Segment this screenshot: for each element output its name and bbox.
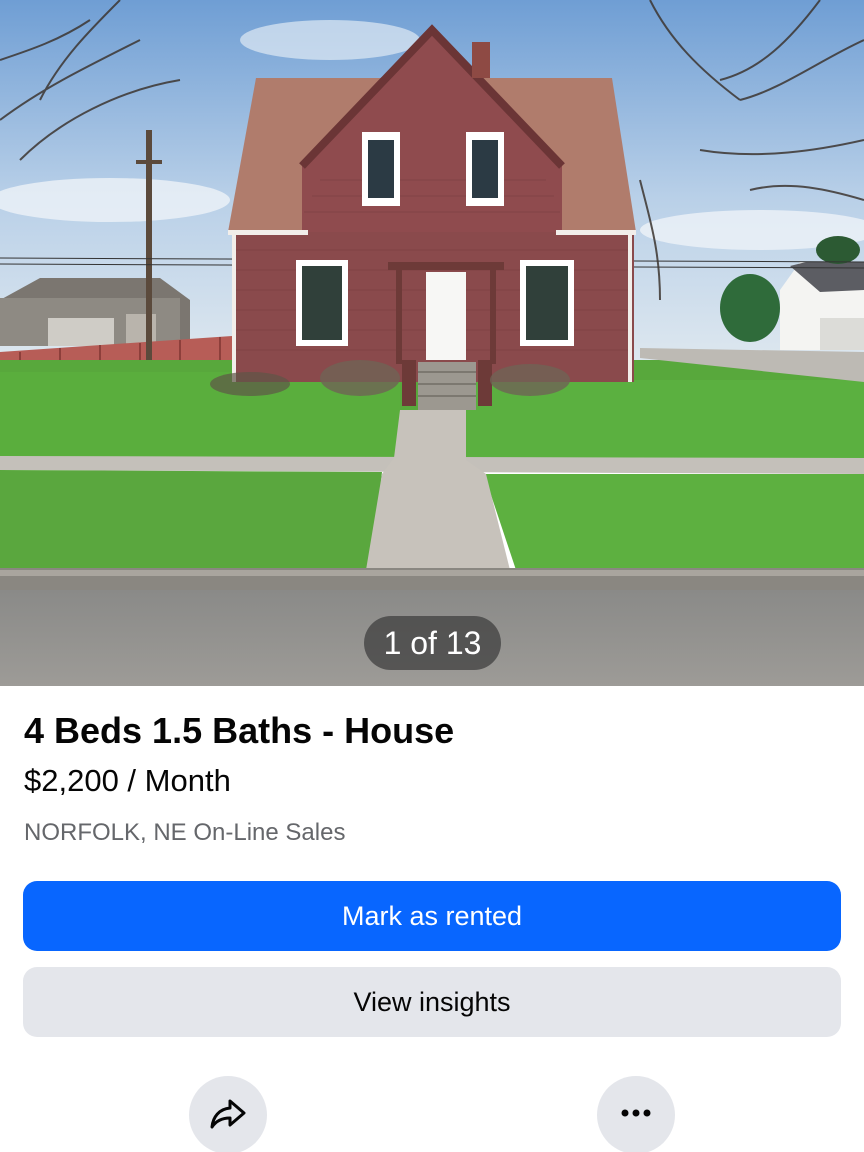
listing-photo[interactable] (0, 0, 864, 686)
share-button[interactable] (189, 1076, 267, 1152)
listing-location: NORFOLK, NE On-Line Sales (24, 819, 346, 846)
more-options-icon (616, 1093, 656, 1138)
more-options-button[interactable] (597, 1076, 675, 1152)
photo-counter: 1 of 13 (364, 616, 501, 670)
share-arrow-icon (208, 1093, 248, 1138)
view-insights-label: View insights (353, 986, 511, 1017)
mark-as-rented-button[interactable]: Mark as rented (23, 881, 841, 951)
view-insights-button[interactable]: View insights (23, 967, 841, 1037)
listing-price: $2,200 / Month (24, 763, 231, 798)
mark-as-rented-label: Mark as rented (341, 900, 523, 931)
listing-title: 4 Beds 1.5 Baths - House (24, 710, 455, 751)
